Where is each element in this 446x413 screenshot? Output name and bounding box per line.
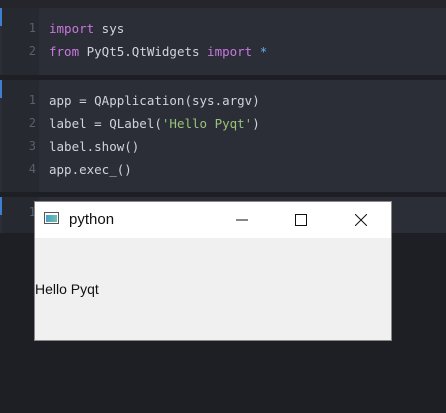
code-token: 'Hello Pyqt' (161, 116, 253, 131)
code-token: app = QApplication(sys.argv) (49, 93, 260, 108)
line-number: 1 (28, 93, 36, 107)
code-line[interactable]: 1 app = QApplication(sys.argv) (0, 89, 446, 112)
code-text: import sys (49, 17, 124, 40)
window-title: python (69, 211, 115, 228)
line-number: 2 (28, 116, 36, 130)
code-line[interactable]: 1 import sys (0, 17, 446, 40)
code-cell-2[interactable]: 1 app = QApplication(sys.argv) 2 label = QL… (0, 80, 446, 192)
minimize-icon (236, 219, 248, 221)
notebook-top-bar (0, 0, 446, 8)
code-token: label = QLabel( (49, 116, 162, 131)
maximize-button[interactable] (278, 202, 324, 238)
code-line[interactable]: 4 app.exec_() (0, 158, 446, 181)
app-window-icon (44, 212, 59, 224)
code-text: app.exec_() (49, 158, 132, 181)
code-text: label = QLabel('Hello Pyqt') (49, 112, 260, 135)
code-token: from (49, 44, 80, 59)
line-number: 1 (28, 21, 36, 35)
hello-label: Hello Pyqt (35, 281, 99, 297)
line-number: 3 (28, 139, 36, 153)
code-cell-1[interactable]: 1 import sys 2 from PyQt5.QtWidgets import … (0, 8, 446, 75)
code-token: PyQt5.QtWidgets (79, 44, 208, 59)
line-number: 1 (28, 205, 36, 219)
close-button[interactable] (338, 202, 384, 238)
code-token: sys (94, 21, 125, 36)
maximize-icon (295, 214, 307, 226)
code-token: app.exec_() (49, 162, 132, 177)
code-token: import (49, 21, 95, 36)
line-number: 4 (28, 162, 36, 176)
code-token: label.show() (49, 139, 140, 154)
line-number: 2 (28, 44, 36, 58)
close-icon (355, 214, 367, 226)
code-line[interactable]: 2 from PyQt5.QtWidgets import * (0, 40, 446, 63)
python-qt-window[interactable]: python Hello Pyqt (35, 202, 391, 340)
code-text: app = QApplication(sys.argv) (49, 89, 260, 112)
code-token: * (259, 44, 268, 59)
code-token: ) (252, 116, 260, 131)
code-line[interactable]: 2 label = QLabel('Hello Pyqt') (0, 112, 446, 135)
code-text: from PyQt5.QtWidgets import * (49, 40, 267, 63)
code-token: import (207, 44, 253, 59)
code-text: label.show() (49, 135, 139, 158)
window-title-bar[interactable]: python (35, 202, 391, 238)
minimize-button[interactable] (219, 202, 265, 238)
code-line[interactable]: 3 label.show() (0, 135, 446, 158)
